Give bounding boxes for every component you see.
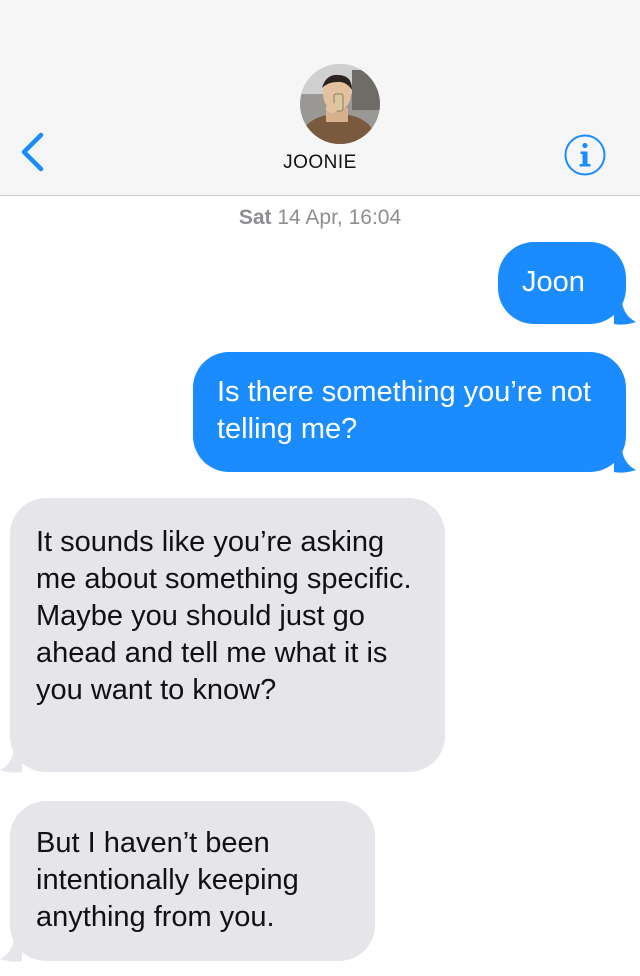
- timestamp-day: Sat: [238, 206, 272, 229]
- message-text: It sounds like you’re asking me about so…: [36, 526, 412, 706]
- timestamp-date-time: 14 Apr, 16:04: [271, 206, 402, 229]
- outgoing-message[interactable]: Joon: [498, 242, 626, 324]
- message-text: But I haven’t been intentionally keeping…: [36, 827, 299, 933]
- contact-avatar[interactable]: [300, 64, 380, 144]
- message-timestamp: Sat 14 Apr, 16:04: [0, 206, 640, 230]
- outgoing-message[interactable]: Is there something you’re not telling me…: [193, 352, 626, 472]
- info-icon: [564, 134, 606, 176]
- message-text: Is there something you’re not telling me…: [217, 376, 591, 445]
- conversation-header: JOONIE: [0, 0, 640, 196]
- contact-name[interactable]: JOONIE: [0, 152, 640, 174]
- message-text: Joon: [522, 266, 585, 298]
- avatar-photo: [300, 64, 380, 144]
- incoming-message[interactable]: It sounds like you’re asking me about so…: [10, 498, 445, 772]
- info-button[interactable]: [563, 133, 607, 177]
- incoming-message[interactable]: But I haven’t been intentionally keeping…: [10, 801, 375, 961]
